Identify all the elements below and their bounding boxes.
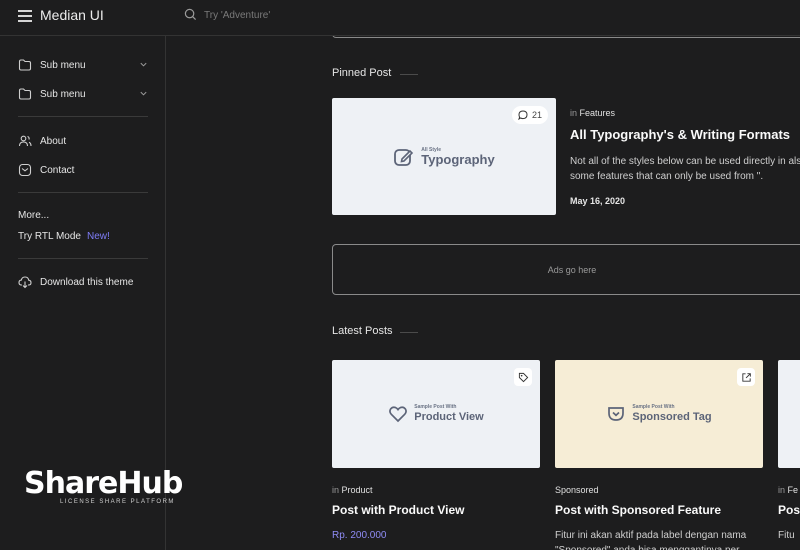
chevron-down-icon	[140, 91, 147, 96]
sidebar-divider	[18, 192, 148, 193]
new-badge: New!	[86, 231, 110, 242]
download-theme-link[interactable]: Download this theme	[18, 271, 148, 293]
category-link[interactable]: Fe	[788, 485, 799, 495]
thumbnail-heading: Sponsored Tag	[632, 411, 712, 423]
post-thumbnail-product[interactable]: Sample Post With Product View	[332, 360, 540, 468]
post-thumbnail-partial[interactable]	[778, 360, 800, 468]
post-price: Rp. 200.000	[332, 530, 387, 541]
post-title[interactable]: Post with Sponsored Feature	[555, 503, 721, 517]
pen-edit-icon	[394, 148, 414, 166]
section-title-line	[400, 74, 418, 75]
sidebar-item-label: Sub menu	[40, 59, 86, 71]
sidebar-item-submenu-1[interactable]: Sub menu	[18, 54, 148, 76]
latest-section-title: Latest Posts	[332, 325, 393, 337]
users-icon	[18, 135, 32, 147]
section-title-line	[400, 332, 418, 333]
search-input[interactable]	[204, 6, 404, 24]
brand-name[interactable]: Median UI	[40, 7, 104, 23]
pinned-post-excerpt: Not all of the styles below can be used …	[570, 156, 800, 182]
thumbnail-heading: Product View	[414, 411, 484, 423]
chevron-down-icon	[140, 62, 147, 67]
category-link[interactable]: Product	[342, 485, 373, 495]
sidebar-item-about[interactable]: About	[18, 130, 148, 152]
category-link[interactable]: Sponsored	[555, 485, 599, 495]
sidebar-item-label: Sub menu	[40, 88, 86, 100]
sidebar-item-submenu-2[interactable]: Sub menu	[18, 83, 148, 105]
menu-icon[interactable]	[18, 10, 32, 22]
ads-placeholder: Ads go here	[332, 244, 800, 295]
post-title[interactable]: Post with Product View	[332, 503, 464, 517]
mail-icon	[18, 163, 32, 177]
category-prefix: in	[778, 485, 786, 495]
sidebar-item-label: About	[40, 135, 67, 147]
pinned-post-category: in Features	[570, 108, 615, 118]
post-title[interactable]: Post	[778, 503, 800, 517]
post-category: in Fe	[778, 485, 798, 495]
more-link[interactable]: More...	[18, 210, 49, 221]
pinned-post-title[interactable]: All Typography's & Writing Formats	[570, 127, 790, 142]
category-prefix: in	[570, 108, 578, 118]
sidebar-divider	[18, 116, 148, 117]
rtl-mode-label: Try RTL Mode	[18, 231, 81, 242]
thumbnail-heading: Typography	[421, 151, 495, 167]
rtl-mode-toggle[interactable]: Try RTL Mode New!	[18, 231, 110, 242]
main-content: Pinned Post 21 All Style Typography in F…	[167, 36, 800, 550]
heart-icon	[389, 406, 408, 423]
top-bar: Median UI	[0, 0, 800, 36]
pinned-section-title: Pinned Post	[332, 67, 392, 79]
previous-card-edge	[332, 36, 800, 38]
pocket-icon	[608, 407, 625, 421]
category-link[interactable]: Features	[580, 108, 616, 118]
sidebar-divider	[18, 258, 148, 259]
post-category: in Product	[332, 485, 373, 495]
sidebar-item-label: Contact	[40, 164, 75, 176]
sidebar-item-contact[interactable]: Contact	[18, 159, 148, 181]
pinned-post-thumbnail[interactable]: 21 All Style Typography	[332, 98, 556, 215]
pinned-post-date: May 16, 2020	[570, 196, 626, 206]
post-excerpt: Fitur ini akan aktif pada label dengan n…	[555, 530, 747, 550]
folder-icon	[18, 88, 32, 100]
post-excerpt: Fitu	[778, 530, 795, 541]
post-category: Sponsored	[555, 485, 599, 495]
folder-icon	[18, 59, 32, 71]
cloud-download-icon	[18, 276, 32, 289]
category-prefix: in	[332, 485, 340, 495]
post-thumbnail-sponsored[interactable]: Sample Post With Sponsored Tag	[555, 360, 763, 468]
search-icon[interactable]	[184, 8, 197, 21]
download-theme-label: Download this theme	[40, 276, 134, 288]
